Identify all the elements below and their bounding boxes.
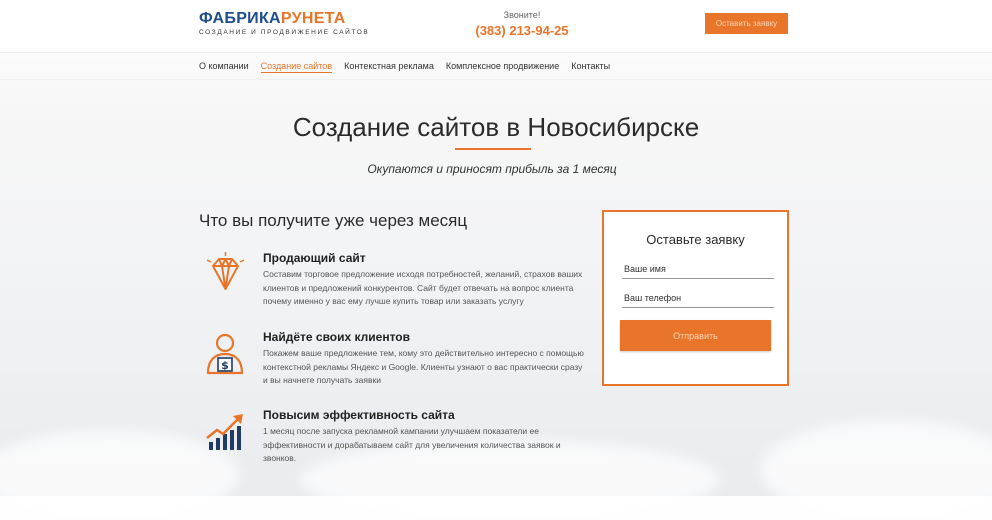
benefits-heading: Что вы получите уже через месяц (199, 211, 468, 230)
phone-block: Звоните! (383) 213-94-25 (470, 10, 574, 38)
growth-chart-icon (203, 408, 248, 453)
benefit-title: Продающий сайт (263, 251, 366, 265)
logo-part1: ФАБРИКА (199, 10, 281, 27)
phone-number[interactable]: (383) 213-94-25 (470, 23, 574, 38)
phone-label: Звоните! (503, 10, 541, 20)
nav-item-web-development[interactable]: Создание сайтов (260, 61, 333, 73)
nav-divider (0, 79, 992, 80)
request-button[interactable]: Оставить заявку (705, 13, 788, 34)
request-form: Оставьте заявку Отправить (602, 210, 789, 386)
site-header: ФАБРИКАРУНЕТА создание и продвижение сай… (0, 0, 992, 53)
page-title: Создание сайтов в Новосибирске (292, 112, 700, 142)
phone-input[interactable] (622, 289, 774, 308)
logo[interactable]: ФАБРИКАРУНЕТА создание и продвижение сай… (199, 10, 369, 36)
nav-item-contacts[interactable]: Контакты (571, 61, 610, 73)
diamond-icon (203, 251, 248, 296)
client-money-icon: $ (203, 330, 248, 375)
benefit-description: Составим торговое предложение исходя пот… (263, 269, 583, 306)
logo-tagline: создание и продвижение сайтов (199, 29, 370, 36)
benefit-item: Продающий сайт Составим торговое предлож… (203, 251, 593, 321)
form-title: Оставьте заявку (646, 232, 745, 247)
logo-title: ФАБРИКАРУНЕТА (199, 10, 369, 28)
title-underline (455, 148, 531, 150)
nav-item-about[interactable]: О компании (199, 61, 249, 73)
logo-part2: РУНЕТА (280, 10, 346, 27)
main-nav: О компании Создание сайтов Контекстная р… (199, 61, 610, 73)
nav-item-context-ads[interactable]: Контекстная реклама (344, 61, 434, 73)
submit-button[interactable]: Отправить (620, 320, 771, 351)
svg-text:$: $ (221, 359, 229, 372)
benefit-description: 1 месяц после запуска рекламной кампании… (263, 426, 561, 463)
benefit-description: Покажем ваше предложение тем, кому это д… (263, 348, 584, 385)
name-input[interactable] (622, 260, 774, 279)
benefit-item: $ Найдёте своих клиентов Покажем ваше пр… (203, 330, 593, 400)
nav-item-complex-promotion[interactable]: Комплексное продвижение (446, 61, 559, 73)
benefit-item: Повысим эффективность сайта 1 месяц посл… (203, 408, 593, 478)
benefit-title: Найдёте своих клиентов (263, 330, 410, 344)
page-subtitle: Окупаются и приносят прибыль за 1 месяц (367, 162, 617, 176)
benefit-title: Повысим эффективность сайта (263, 408, 455, 422)
